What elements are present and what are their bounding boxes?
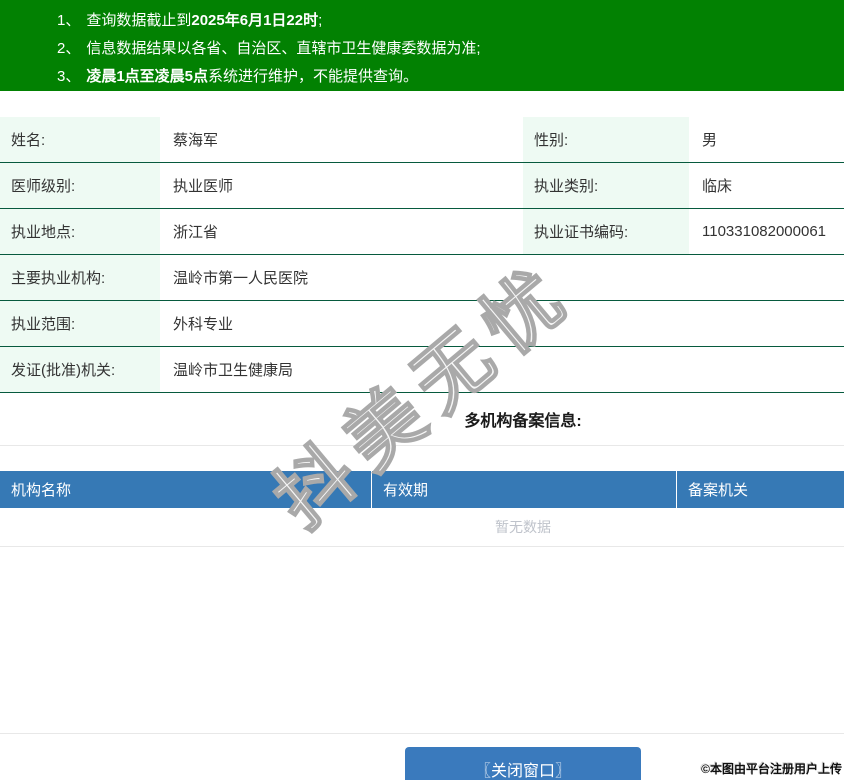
table-row: 执业范围: 外科专业: [0, 301, 844, 347]
table-row: 发证(批准)机关: 温岭市卫生健康局: [0, 347, 844, 393]
notice-text-bold: 凌晨1点至凌晨5点: [86, 68, 209, 85]
table-row: 医师级别: 执业医师 执业类别: 临床: [0, 163, 844, 209]
table-row: 执业地点: 浙江省 执业证书编码: 110331082000061: [0, 209, 844, 255]
notice-text-bold: 2025年6月1日22时: [191, 12, 319, 29]
field-label-practice-location: 执业地点:: [0, 209, 160, 254]
notice-line-3: 3、 凌晨1点至凌晨5点系统进行维护，不能提供查询。: [57, 63, 844, 91]
close-window-button[interactable]: 〖关闭窗口〗: [405, 747, 641, 780]
field-label-doctor-level: 医师级别:: [0, 163, 160, 208]
org-table-header-row: 机构名称 有效期 备案机关: [0, 471, 844, 508]
org-table-header-validity: 有效期: [371, 471, 676, 508]
doctor-info-table: 姓名: 蔡海军 性别: 男 医师级别: 执业医师 执业类别: 临床 执业地点: …: [0, 117, 844, 393]
table-row: 姓名: 蔡海军 性别: 男: [0, 117, 844, 163]
table-row: 主要执业机构: 温岭市第一人民医院: [0, 255, 844, 301]
field-value-gender: 男: [702, 132, 718, 149]
field-value-doctor-level: 执业医师: [173, 178, 234, 195]
field-value-practice-category: 临床: [702, 178, 733, 195]
field-label-practice-category: 执业类别:: [523, 163, 689, 208]
notice-text: ;: [318, 12, 323, 29]
notice-text: 信息数据结果以各省、自治区、直辖市卫生健康委数据为准;: [86, 40, 481, 57]
platform-upload-stamp: ©本图由平台注册用户上传: [701, 762, 842, 776]
footer-divider-line: [0, 733, 844, 734]
field-value-issuing-authority: 温岭市卫生健康局: [173, 362, 294, 379]
whitespace-spacer: [0, 547, 844, 733]
org-table-header-record-authority: 备案机关: [676, 471, 844, 508]
notice-number: 3、: [57, 68, 81, 85]
field-value-practice-location: 浙江省: [173, 224, 219, 241]
notice-number: 1、: [57, 12, 81, 29]
field-value-practice-scope: 外科专业: [173, 316, 234, 333]
field-value-main-institution: 温岭市第一人民医院: [173, 270, 309, 287]
field-label-name: 姓名:: [0, 117, 160, 162]
notice-text: 系统进行维护，不能提供查询。: [208, 68, 419, 85]
org-table-empty-state: 暂无数据: [0, 508, 844, 547]
divider-line: [0, 445, 844, 446]
notice-number: 2、: [57, 40, 81, 57]
field-label-issuing-authority: 发证(批准)机关:: [0, 347, 160, 392]
notice-line-1: 1、 查询数据截止到2025年6月1日22时;: [57, 7, 844, 35]
org-table-header-institution: 机构名称: [11, 482, 72, 499]
field-value-certificate-number: 110331082000061: [702, 223, 827, 240]
field-value-name: 蔡海军: [173, 132, 219, 149]
query-result-window: 1、 查询数据截止到2025年6月1日22时; 2、 信息数据结果以各省、自治区、直…: [0, 0, 844, 780]
field-label-gender: 性别:: [523, 117, 689, 162]
notice-line-2: 2、 信息数据结果以各省、自治区、直辖市卫生健康委数据为准;: [57, 35, 844, 63]
field-label-main-institution: 主要执业机构:: [0, 255, 160, 300]
notice-banner: 1、 查询数据截止到2025年6月1日22时; 2、 信息数据结果以各省、自治区、直…: [0, 0, 844, 91]
page-content: 1、 查询数据截止到2025年6月1日22时; 2、 信息数据结果以各省、自治区、直…: [0, 0, 844, 780]
field-label-practice-scope: 执业范围:: [0, 301, 160, 346]
field-label-certificate-number: 执业证书编码:: [523, 209, 689, 254]
notice-text: 查询数据截止到: [86, 12, 192, 29]
multi-org-section-heading: 多机构备案信息:: [464, 413, 582, 430]
